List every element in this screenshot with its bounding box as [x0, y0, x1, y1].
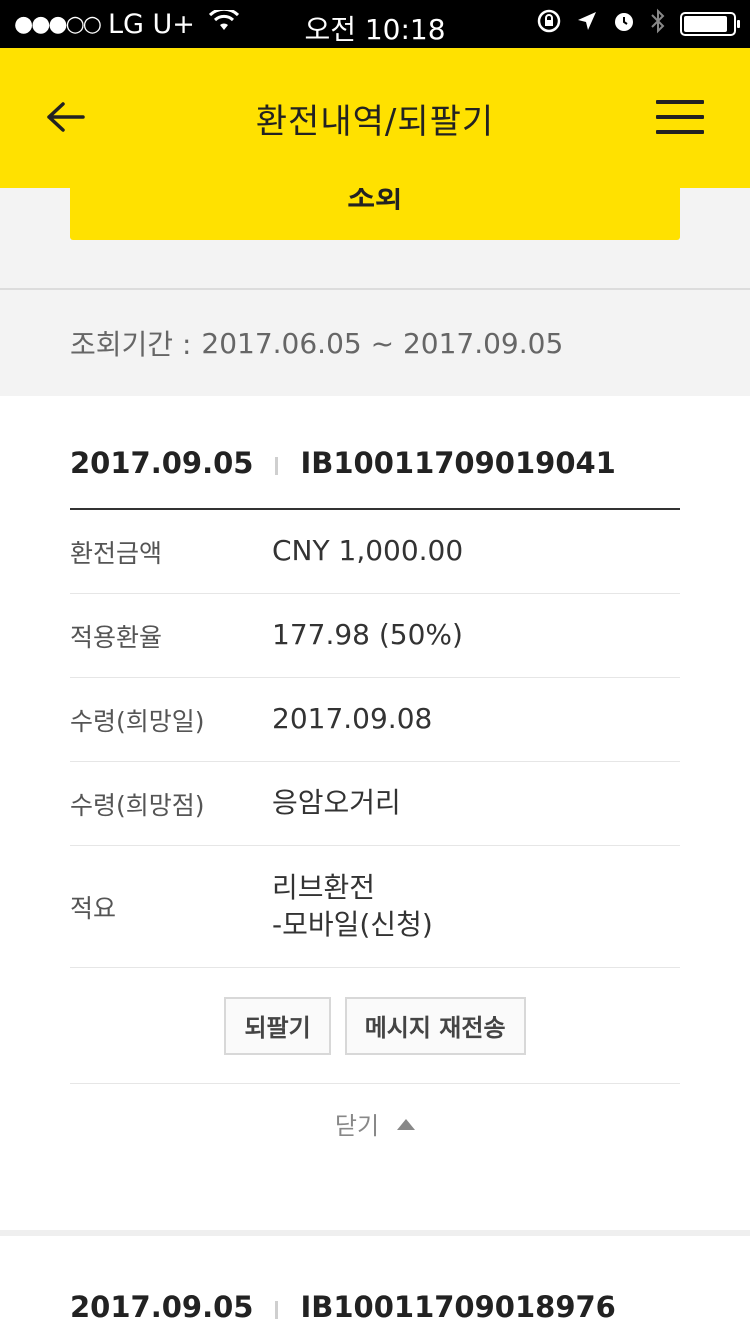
detail-key: 적용환율 [70, 622, 163, 652]
battery-level [684, 16, 728, 32]
wifi-icon [208, 7, 239, 38]
nav-bar: 환전내역/되팔기 [0, 48, 750, 188]
back-button[interactable] [40, 92, 90, 142]
record-card: 2017.09.05 IB10011709019041 환전금액 CNY 1,0… [0, 396, 750, 1230]
search-button[interactable]: 조회 [70, 188, 680, 240]
memo-line-1: 리브환전 [272, 871, 376, 905]
collapse-toggle[interactable]: 닫기 [0, 1106, 750, 1141]
location-icon [576, 10, 598, 38]
detail-key: 수령(희망점) [70, 790, 205, 820]
resell-button[interactable]: 되팔기 [224, 996, 331, 1055]
record-actions: 되팔기 메시지 재전송 [70, 968, 680, 1084]
period-bar: 조회기간 : 2017.06.05 ~ 2017.09.05 [0, 290, 750, 396]
period-label: 조회기간 : [70, 328, 192, 361]
record-details: 환전금액 CNY 1,000.00 적용환율 177.98 (50%) 수령(희… [70, 510, 680, 968]
detail-key: 수령(희망일) [70, 706, 205, 736]
detail-key: 환전금액 [70, 538, 163, 568]
hamburger-icon [656, 100, 704, 104]
search-area: 조회 [0, 188, 750, 288]
record-date: 2017.09.05 [70, 1290, 254, 1324]
battery-icon [680, 12, 740, 36]
detail-row-memo: 적요 리브환전 -모바일(신청) [70, 846, 680, 968]
resend-message-button[interactable]: 메시지 재전송 [344, 996, 526, 1055]
status-bar: ●●●○○ LG U+ 오전 10:18 [0, 0, 750, 48]
search-button-label: 조회 [347, 188, 403, 215]
bluetooth-icon [650, 8, 666, 40]
detail-row-rate: 적용환율 177.98 (50%) [70, 594, 680, 678]
memo-line-2: -모바일(신청) [272, 907, 433, 941]
header-separator [275, 1301, 279, 1319]
detail-value: 리브환전 -모바일(신청) [272, 870, 433, 943]
record-header: 2017.09.05 IB10011709019041 [70, 446, 680, 480]
triangle-up-icon [397, 1119, 416, 1130]
detail-value: CNY 1,000.00 [272, 534, 464, 568]
detail-key: 적요 [70, 893, 117, 923]
status-left: ●●●○○ LG U+ [14, 7, 239, 40]
record-header: 2017.09.05 IB10011709018976 [70, 1290, 680, 1324]
status-right [536, 8, 740, 40]
detail-value: 2017.09.08 [272, 702, 433, 736]
back-arrow-icon [47, 102, 85, 132]
period-value: 2017.06.05 ~ 2017.09.05 [201, 326, 564, 360]
record-date: 2017.09.05 [70, 446, 254, 480]
detail-value: 응암오거리 [272, 786, 401, 820]
detail-value: 177.98 (50%) [272, 618, 463, 652]
carrier-name: LG U+ [107, 8, 195, 40]
alarm-icon [612, 9, 636, 39]
signal-strength-icon: ●●●○○ [14, 11, 102, 37]
detail-row-pickup-branch: 수령(희망점) 응암오거리 [70, 762, 680, 846]
record-card[interactable]: 2017.09.05 IB10011709018976 [0, 1236, 750, 1334]
record-id: IB10011709018976 [300, 1290, 616, 1324]
header-separator [275, 457, 279, 475]
detail-row-pickup-date: 수령(희망일) 2017.09.08 [70, 678, 680, 762]
record-id: IB10011709019041 [300, 446, 616, 480]
collapse-label: 닫기 [334, 1112, 380, 1140]
detail-row-amount: 환전금액 CNY 1,000.00 [70, 510, 680, 594]
menu-button[interactable] [656, 100, 704, 134]
rotation-lock-icon [536, 8, 562, 40]
page-title: 환전내역/되팔기 [255, 101, 495, 142]
